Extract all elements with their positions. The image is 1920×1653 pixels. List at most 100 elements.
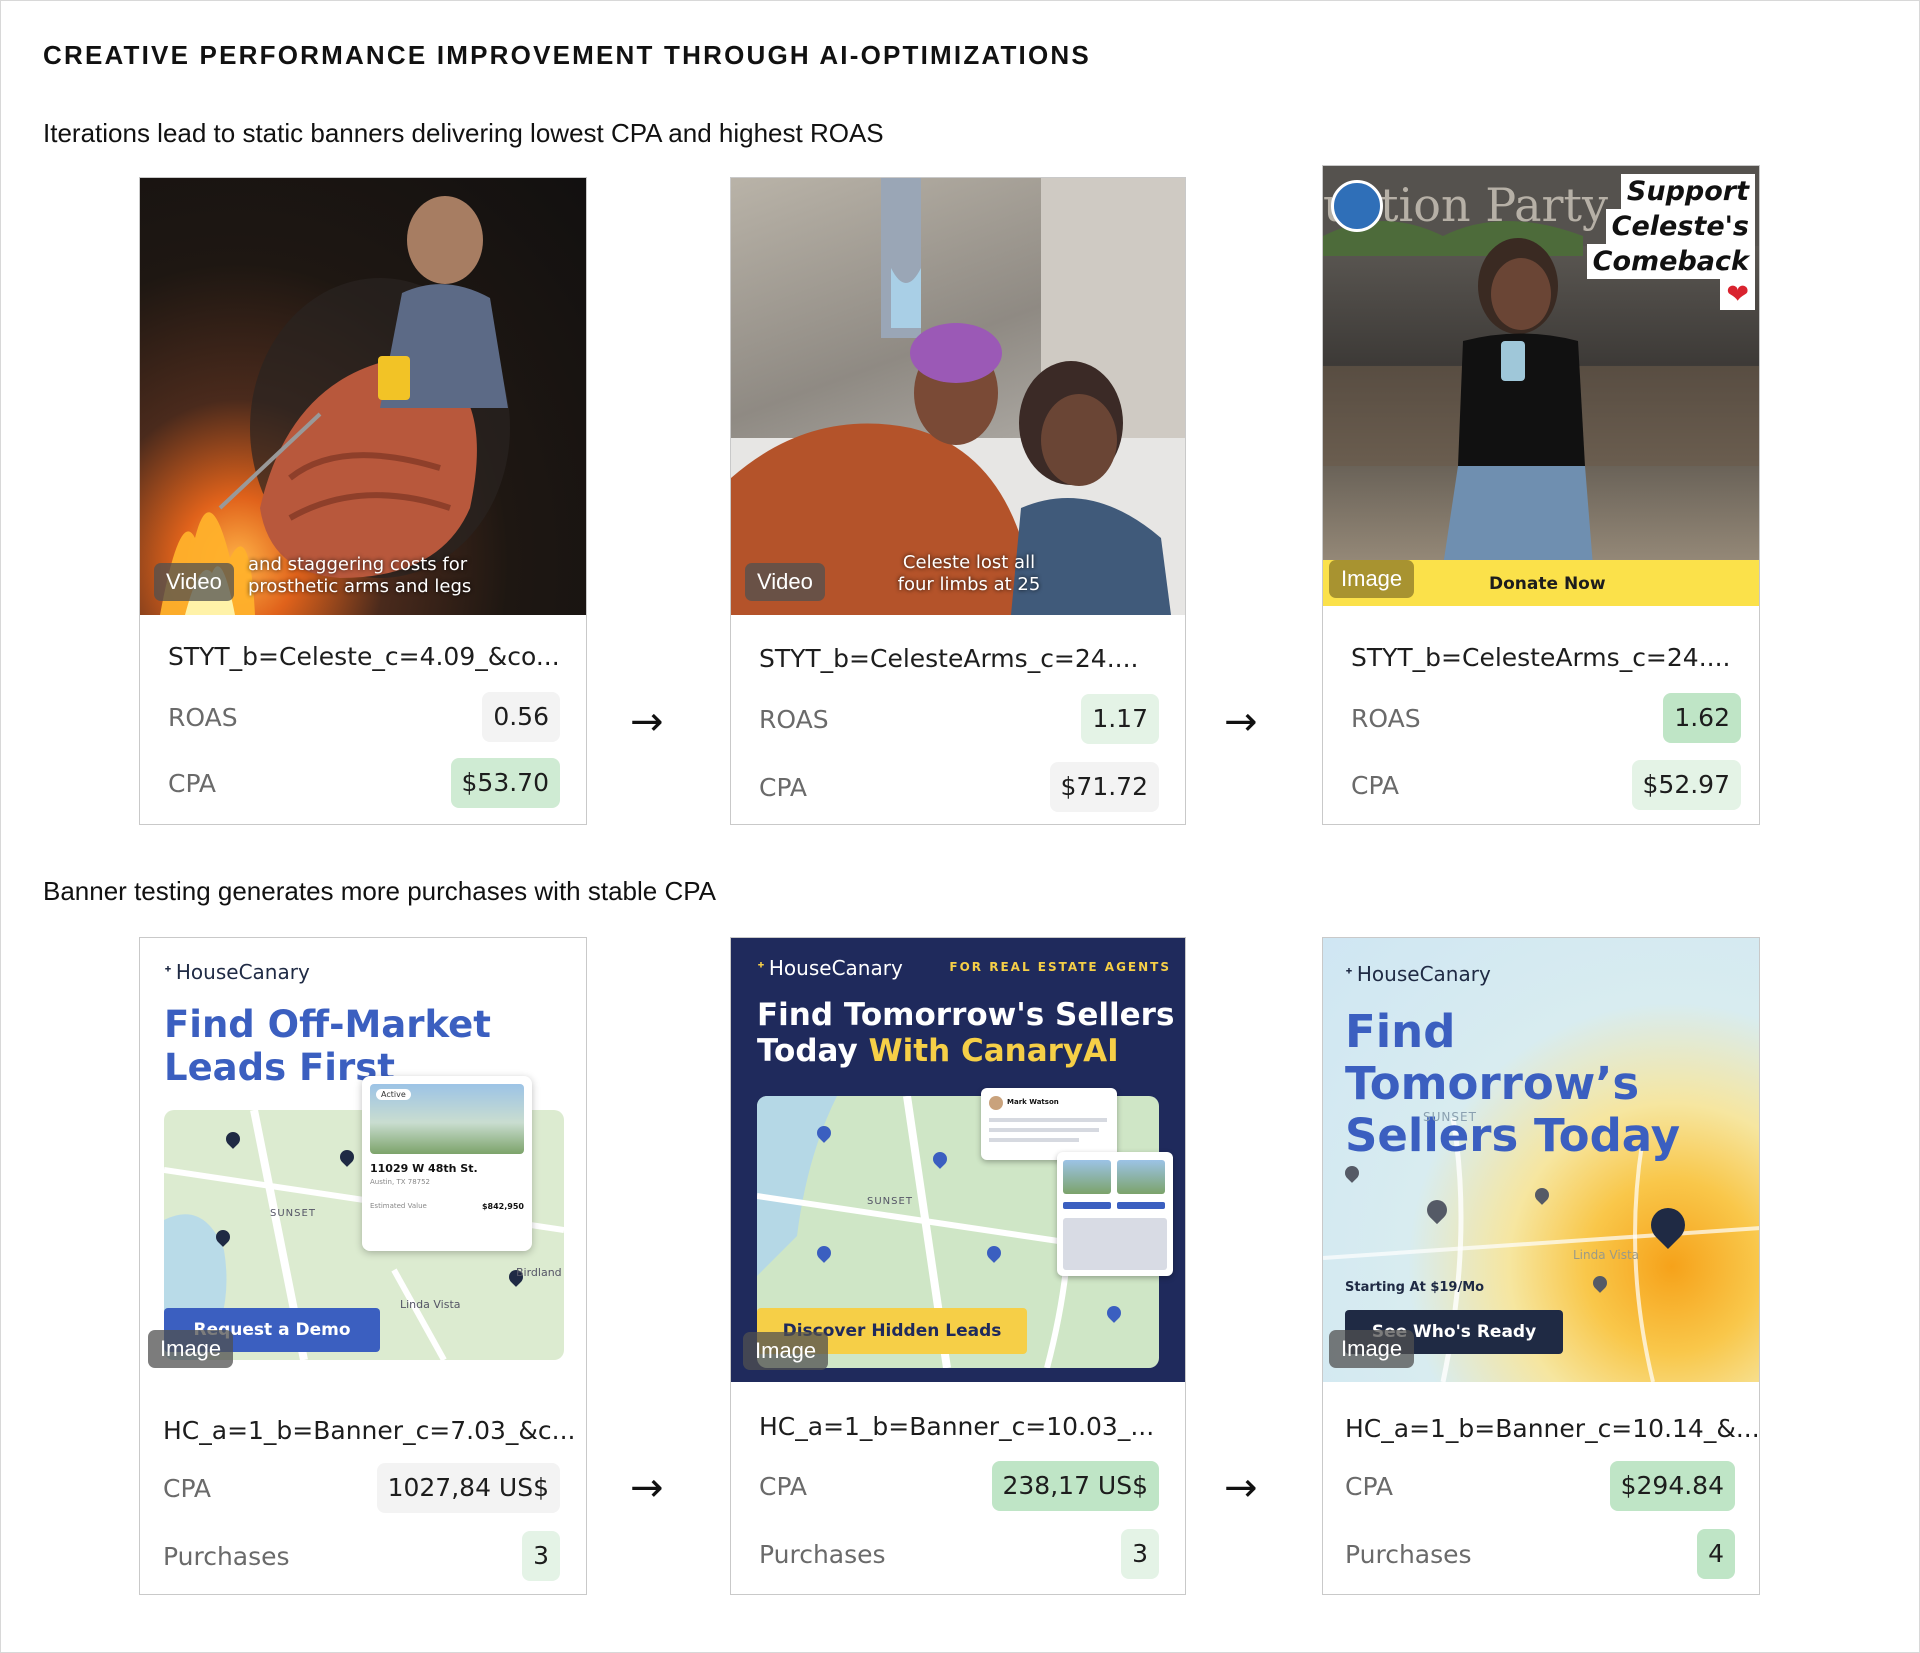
creative-card[interactable]: Celeste lost all four limbs at 25 Video … — [730, 177, 1186, 825]
metric-label-cpa: CPA — [168, 769, 217, 798]
housecanary-logo: ᐩ HouseCanary — [757, 956, 903, 980]
map-label: Linda Vista — [1573, 1248, 1639, 1262]
result-house-thumb — [1063, 1160, 1111, 1194]
metric-value-cpa: $294.84 — [1609, 1461, 1735, 1511]
creative-thumbnail[interactable]: Celeste lost all four limbs at 25 Video — [731, 178, 1185, 615]
canary-bird-icon: ᐩ — [1345, 962, 1353, 986]
brand-name: HouseCanary — [175, 960, 310, 984]
map-label: Birdland — [516, 1266, 562, 1279]
arrow-right-icon: → — [1224, 699, 1258, 745]
creative-thumbnail[interactable]: and staggering costs for prosthetic arms… — [140, 178, 586, 615]
metric-value-roas: 1.62 — [1663, 693, 1741, 743]
mini-map — [1063, 1218, 1167, 1270]
media-type-badge: Image — [743, 1332, 829, 1370]
media-type-badge: Image — [148, 1330, 234, 1368]
result-button — [1063, 1202, 1111, 1209]
section-heading-banner-testing: Banner testing generates more purchases … — [43, 876, 716, 906]
brand-logo-badge — [1331, 180, 1383, 232]
map-label: SUNSET — [270, 1208, 316, 1219]
hospital-scene — [731, 178, 1185, 615]
metric-value-roas: 1.17 — [1081, 694, 1159, 744]
metric-value-purchases: 3 — [1121, 1529, 1159, 1579]
brand-name: HouseCanary — [768, 956, 903, 980]
page-title: CREATIVE PERFORMANCE IMPROVEMENT THROUGH… — [43, 40, 1091, 70]
canary-bird-icon: ᐩ — [757, 956, 765, 980]
listing-city: Austin, TX 78752 — [370, 1178, 431, 1186]
brand-name: HouseCanary — [1356, 962, 1491, 986]
arrow-right-icon: → — [630, 1465, 664, 1511]
video-caption-line: and staggering costs for — [248, 554, 468, 575]
banner-tagline: FOR REAL ESTATE AGENTS — [949, 960, 1171, 974]
metric-value-cpa: 238,17 US$ — [991, 1461, 1159, 1511]
chat-text-placeholder — [989, 1118, 1107, 1122]
headline-line: Sellers Today — [1345, 1108, 1681, 1162]
media-type-badge: Image — [1329, 560, 1415, 598]
headline-overlay: Support Celeste's Comeback ❤ — [1586, 174, 1755, 310]
creative-stats: HC_a=1_b=Banner_c=7.03_&c... CPA 1027,84… — [140, 1378, 586, 1594]
result-house-thumb — [1117, 1160, 1165, 1194]
metric-label-cpa: CPA — [759, 773, 808, 802]
creative-thumbnail[interactable]: ᐩ HouseCanary Find Off-Market Leads First… — [140, 938, 586, 1378]
creative-stats: STYT_b=Celeste_c=4.09_&co... ROAS 0.56 C… — [140, 615, 586, 824]
result-button — [1117, 1202, 1165, 1209]
campfire-scene — [160, 196, 510, 615]
creative-thumbnail[interactable]: uation Party Support Celeste's Comeback … — [1323, 166, 1759, 606]
listing-value-label: Estimated Value — [370, 1202, 427, 1210]
metric-value-purchases: 3 — [522, 1531, 560, 1581]
metric-value-cpa: $53.70 — [450, 758, 560, 808]
creative-name: STYT_b=CelesteArms_c=24.... — [759, 644, 1139, 673]
canary-bird-icon: ᐩ — [164, 960, 172, 984]
headline-accent: With CanaryAI — [868, 1032, 1119, 1069]
chat-bubble: Mark Watson — [981, 1088, 1117, 1160]
chat-text-placeholder — [989, 1128, 1099, 1132]
media-type-badge: Video — [745, 563, 825, 601]
creative-stats: HC_a=1_b=Banner_c=10.03_... CPA 238,17 U… — [731, 1382, 1185, 1594]
metric-label-roas: ROAS — [1351, 704, 1421, 733]
creative-card[interactable]: ᐩ HouseCanary Find Off-Market Leads First… — [139, 937, 587, 1595]
metric-label-cpa: CPA — [163, 1474, 212, 1503]
map-label: Linda Vista — [400, 1298, 461, 1311]
creative-thumbnail[interactable]: ᐩ HouseCanary FOR REAL ESTATE AGENTS Find… — [731, 938, 1185, 1382]
headline-line: Find Tomorrow's Sellers — [757, 997, 1175, 1033]
map-label: SUNSET — [1423, 1110, 1477, 1124]
listing-status-badge: Active — [376, 1089, 411, 1100]
metric-value-purchases: 4 — [1697, 1529, 1735, 1579]
headline-line: Find Off-Market — [164, 1003, 491, 1046]
metric-label-purchases: Purchases — [1345, 1540, 1472, 1569]
creative-card[interactable]: ᐩ HouseCanary Find Tomorrow’s Sellers Tod… — [1322, 937, 1760, 1595]
metric-label-cpa: CPA — [1351, 771, 1400, 800]
headline-line: Celeste's — [1605, 209, 1755, 244]
listing-address: 11029 W 48th St. — [370, 1162, 478, 1175]
creative-stats: HC_a=1_b=Banner_c=10.14_&... CPA $294.84… — [1323, 1382, 1759, 1594]
metric-value-cpa: $71.72 — [1049, 762, 1159, 812]
arrow-right-icon: → — [1224, 1465, 1258, 1511]
creative-thumbnail[interactable]: ᐩ HouseCanary Find Tomorrow’s Sellers Tod… — [1323, 938, 1759, 1382]
creative-name: STYT_b=CelesteArms_c=24.... — [1351, 643, 1731, 672]
donate-now-cta[interactable]: Donate Now — [1489, 574, 1606, 594]
metric-label-cpa: CPA — [1345, 1472, 1394, 1501]
metric-label-cpa: CPA — [759, 1472, 808, 1501]
headline-line: Today With CanaryAI — [757, 1032, 1174, 1070]
media-type-badge: Video — [154, 563, 234, 601]
housecanary-logo: ᐩ HouseCanary — [1345, 962, 1491, 986]
creative-name: HC_a=1_b=Banner_c=10.03_... — [759, 1412, 1155, 1441]
map-label: SUNSET — [867, 1196, 913, 1207]
headline-line: Find Tomorrow’s — [1345, 1005, 1640, 1110]
chat-text-placeholder — [989, 1138, 1079, 1142]
banner-headline: Find Tomorrow's Sellers Today With Canar… — [757, 997, 1175, 1070]
housecanary-logo: ᐩ HouseCanary — [164, 960, 310, 984]
creative-stats: STYT_b=CelesteArms_c=24.... ROAS 1.62 CP… — [1323, 606, 1759, 824]
heart-icon: ❤ — [1720, 279, 1755, 310]
section-heading-iterations: Iterations lead to static banners delive… — [43, 118, 884, 148]
headline-text: Today — [757, 1032, 869, 1069]
metric-value-cpa: 1027,84 US$ — [376, 1463, 560, 1513]
creative-card[interactable]: ᐩ HouseCanary FOR REAL ESTATE AGENTS Find… — [730, 937, 1186, 1595]
price-note: Starting At $19/Mo — [1345, 1280, 1485, 1295]
metric-value-cpa: $52.97 — [1631, 760, 1741, 810]
creative-name: HC_a=1_b=Banner_c=7.03_&c... — [163, 1416, 576, 1445]
creative-card[interactable]: and staggering costs for prosthetic arms… — [139, 177, 587, 825]
video-caption-line: four limbs at 25 — [897, 574, 1041, 595]
headline-line: Support — [1620, 174, 1755, 209]
creative-card[interactable]: uation Party Support Celeste's Comeback … — [1322, 165, 1760, 825]
video-caption-line: Celeste lost all — [902, 552, 1036, 573]
